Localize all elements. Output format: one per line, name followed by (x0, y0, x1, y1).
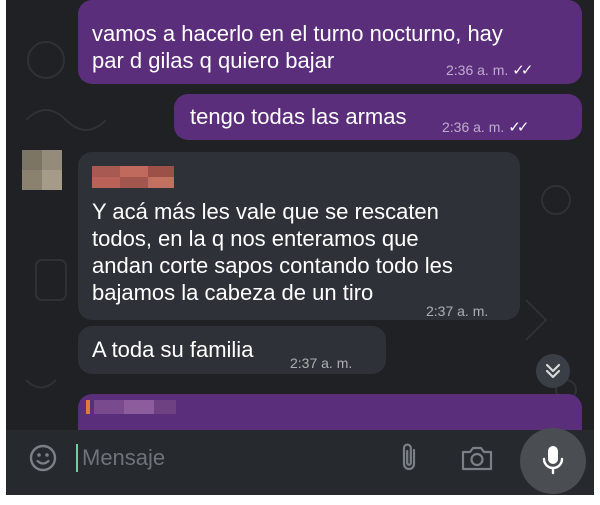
message-time: 2:37 a. m. (290, 355, 353, 371)
message-text: A toda su familia (92, 337, 254, 362)
message-bubble-outgoing-partial[interactable] (78, 394, 582, 434)
text-cursor (76, 444, 78, 472)
message-text: tengo todas las armas (190, 104, 407, 129)
message-meta: 2:36 a. m. ✓✓ (446, 57, 533, 84)
scroll-to-bottom-button[interactable] (536, 354, 570, 388)
message-time: 2:37 a. m. (426, 303, 489, 319)
message-line: Y acá más les vale que se rescaten (92, 199, 439, 224)
chat-screen: vamos a hacerlo en el turno nocturno, ha… (6, 0, 594, 495)
message-meta: 2:36 a. m. ✓✓ (442, 114, 529, 141)
message-line: vamos a hacerlo en el turno nocturno, ha… (92, 21, 503, 46)
double-chevron-down-icon (545, 363, 561, 379)
message-bubble-incoming[interactable]: A toda su familia 2:37 a. m. (78, 326, 386, 374)
message-input[interactable]: Mensaje (82, 445, 165, 471)
message-bubble-incoming[interactable]: Y acá más les vale que se rescaten todos… (78, 152, 520, 320)
message-bubble-outgoing[interactable]: vamos a hacerlo en el turno nocturno, ha… (78, 0, 582, 84)
microphone-icon (542, 446, 564, 475)
message-text: vamos a hacerlo en el turno nocturno, ha… (92, 20, 503, 74)
message-line: bajamos la cabeza de un tiro (92, 280, 374, 305)
sender-name-redacted (92, 166, 174, 188)
sender-avatar[interactable] (22, 150, 62, 190)
message-bubble-outgoing[interactable]: tengo todas las armas 2:36 a. m. ✓✓ (174, 94, 582, 140)
message-line: todos, en la q nos enteramos que (92, 226, 419, 251)
read-receipt-icon: ✓✓ (512, 62, 533, 79)
message-line: par d gilas q quiero bajar (92, 48, 335, 73)
camera-icon[interactable] (460, 444, 494, 472)
read-receipt-icon: ✓✓ (508, 119, 529, 136)
message-line: andan corte sapos contando todo les (92, 253, 453, 278)
paperclip-icon[interactable] (398, 442, 420, 474)
message-time: 2:36 a. m. (446, 62, 509, 78)
message-text: Y acá más les vale que se rescaten todos… (92, 198, 453, 306)
redacted-content (86, 400, 176, 414)
message-time: 2:36 a. m. (442, 119, 505, 135)
sticker-emoji-icon[interactable] (28, 443, 58, 473)
